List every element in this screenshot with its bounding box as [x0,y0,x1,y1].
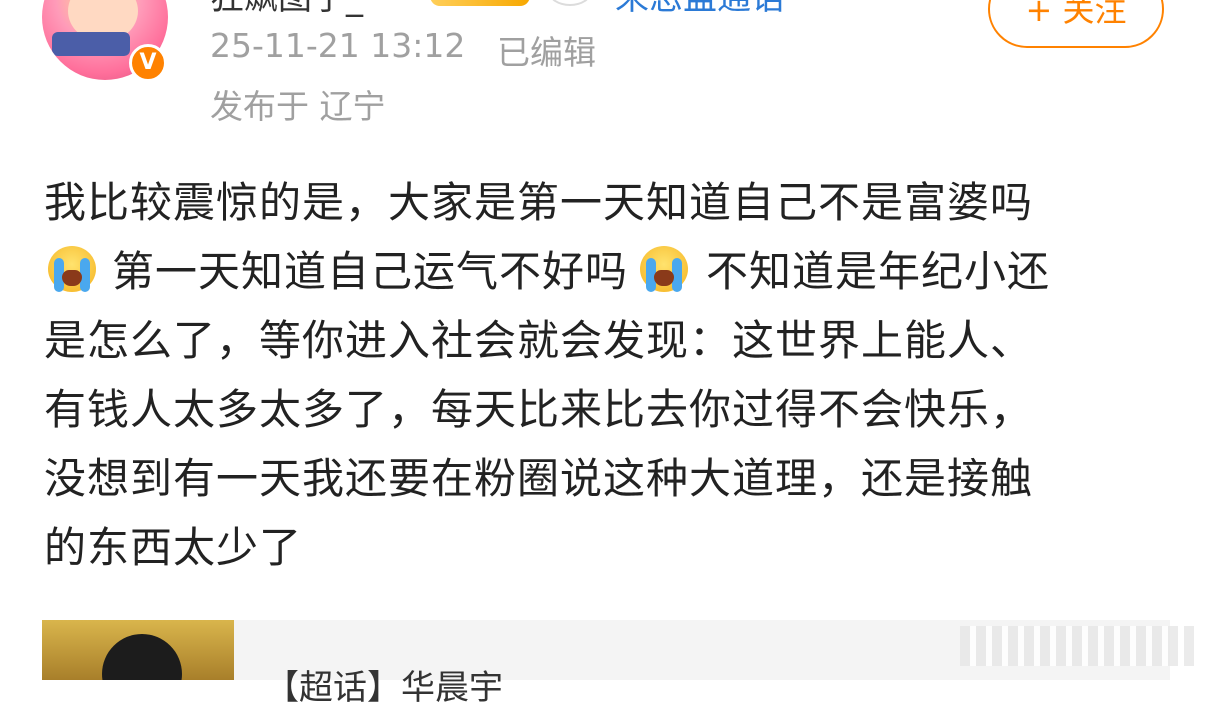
crying-emoji-icon [636,244,692,296]
post-line: 的东西太少了 [44,523,303,572]
topic-card-title[interactable]: 【超话】华晨宇 [265,660,503,709]
avatar-prop [52,32,130,56]
topic-card-thumbnail[interactable] [42,620,234,680]
post-location: 发布于 辽宁 [210,87,386,126]
level-badge-icon [548,0,592,6]
post-text-segment: 第一天知道自己运气不好吗 [112,247,629,296]
thumbnail-person [102,634,182,680]
post-line: 我比较震惊的是，大家是第一天知道自己不是富婆吗 [44,178,1034,227]
post-line: 是怎么了，等你进入社会就会发现：这世界上能人、 [44,316,1034,365]
post-body: 我比较震惊的是，大家是第一天知道自己不是富婆吗 第一天知道自己运气不好吗 不知道… [44,168,1169,582]
post-line: 第一天知道自己运气不好吗 不知道是年纪小还 [44,237,1169,306]
follow-button[interactable]: + 关注 [988,0,1164,48]
edited-indicator[interactable]: 已编辑 [497,26,596,74]
post-timestamp: 25-11-21 13:12 [210,26,466,65]
crying-emoji-icon [44,244,100,296]
post-source-link[interactable]: 来恋蛊通语 [615,0,785,19]
member-badge-icon [430,0,530,6]
watermark-icon [960,626,1196,666]
verified-icon: V [129,44,167,82]
author-username[interactable]: 狂飙图子_ [210,0,363,19]
post-line: 有钱人太多太多了，每天比来比去你过得不会快乐， [44,385,1034,434]
post-text-segment: 不知道是年纪小还 [706,247,1051,296]
post-line: 没想到有一天我还要在粉圈说这种大道理，还是接触 [44,454,1034,503]
